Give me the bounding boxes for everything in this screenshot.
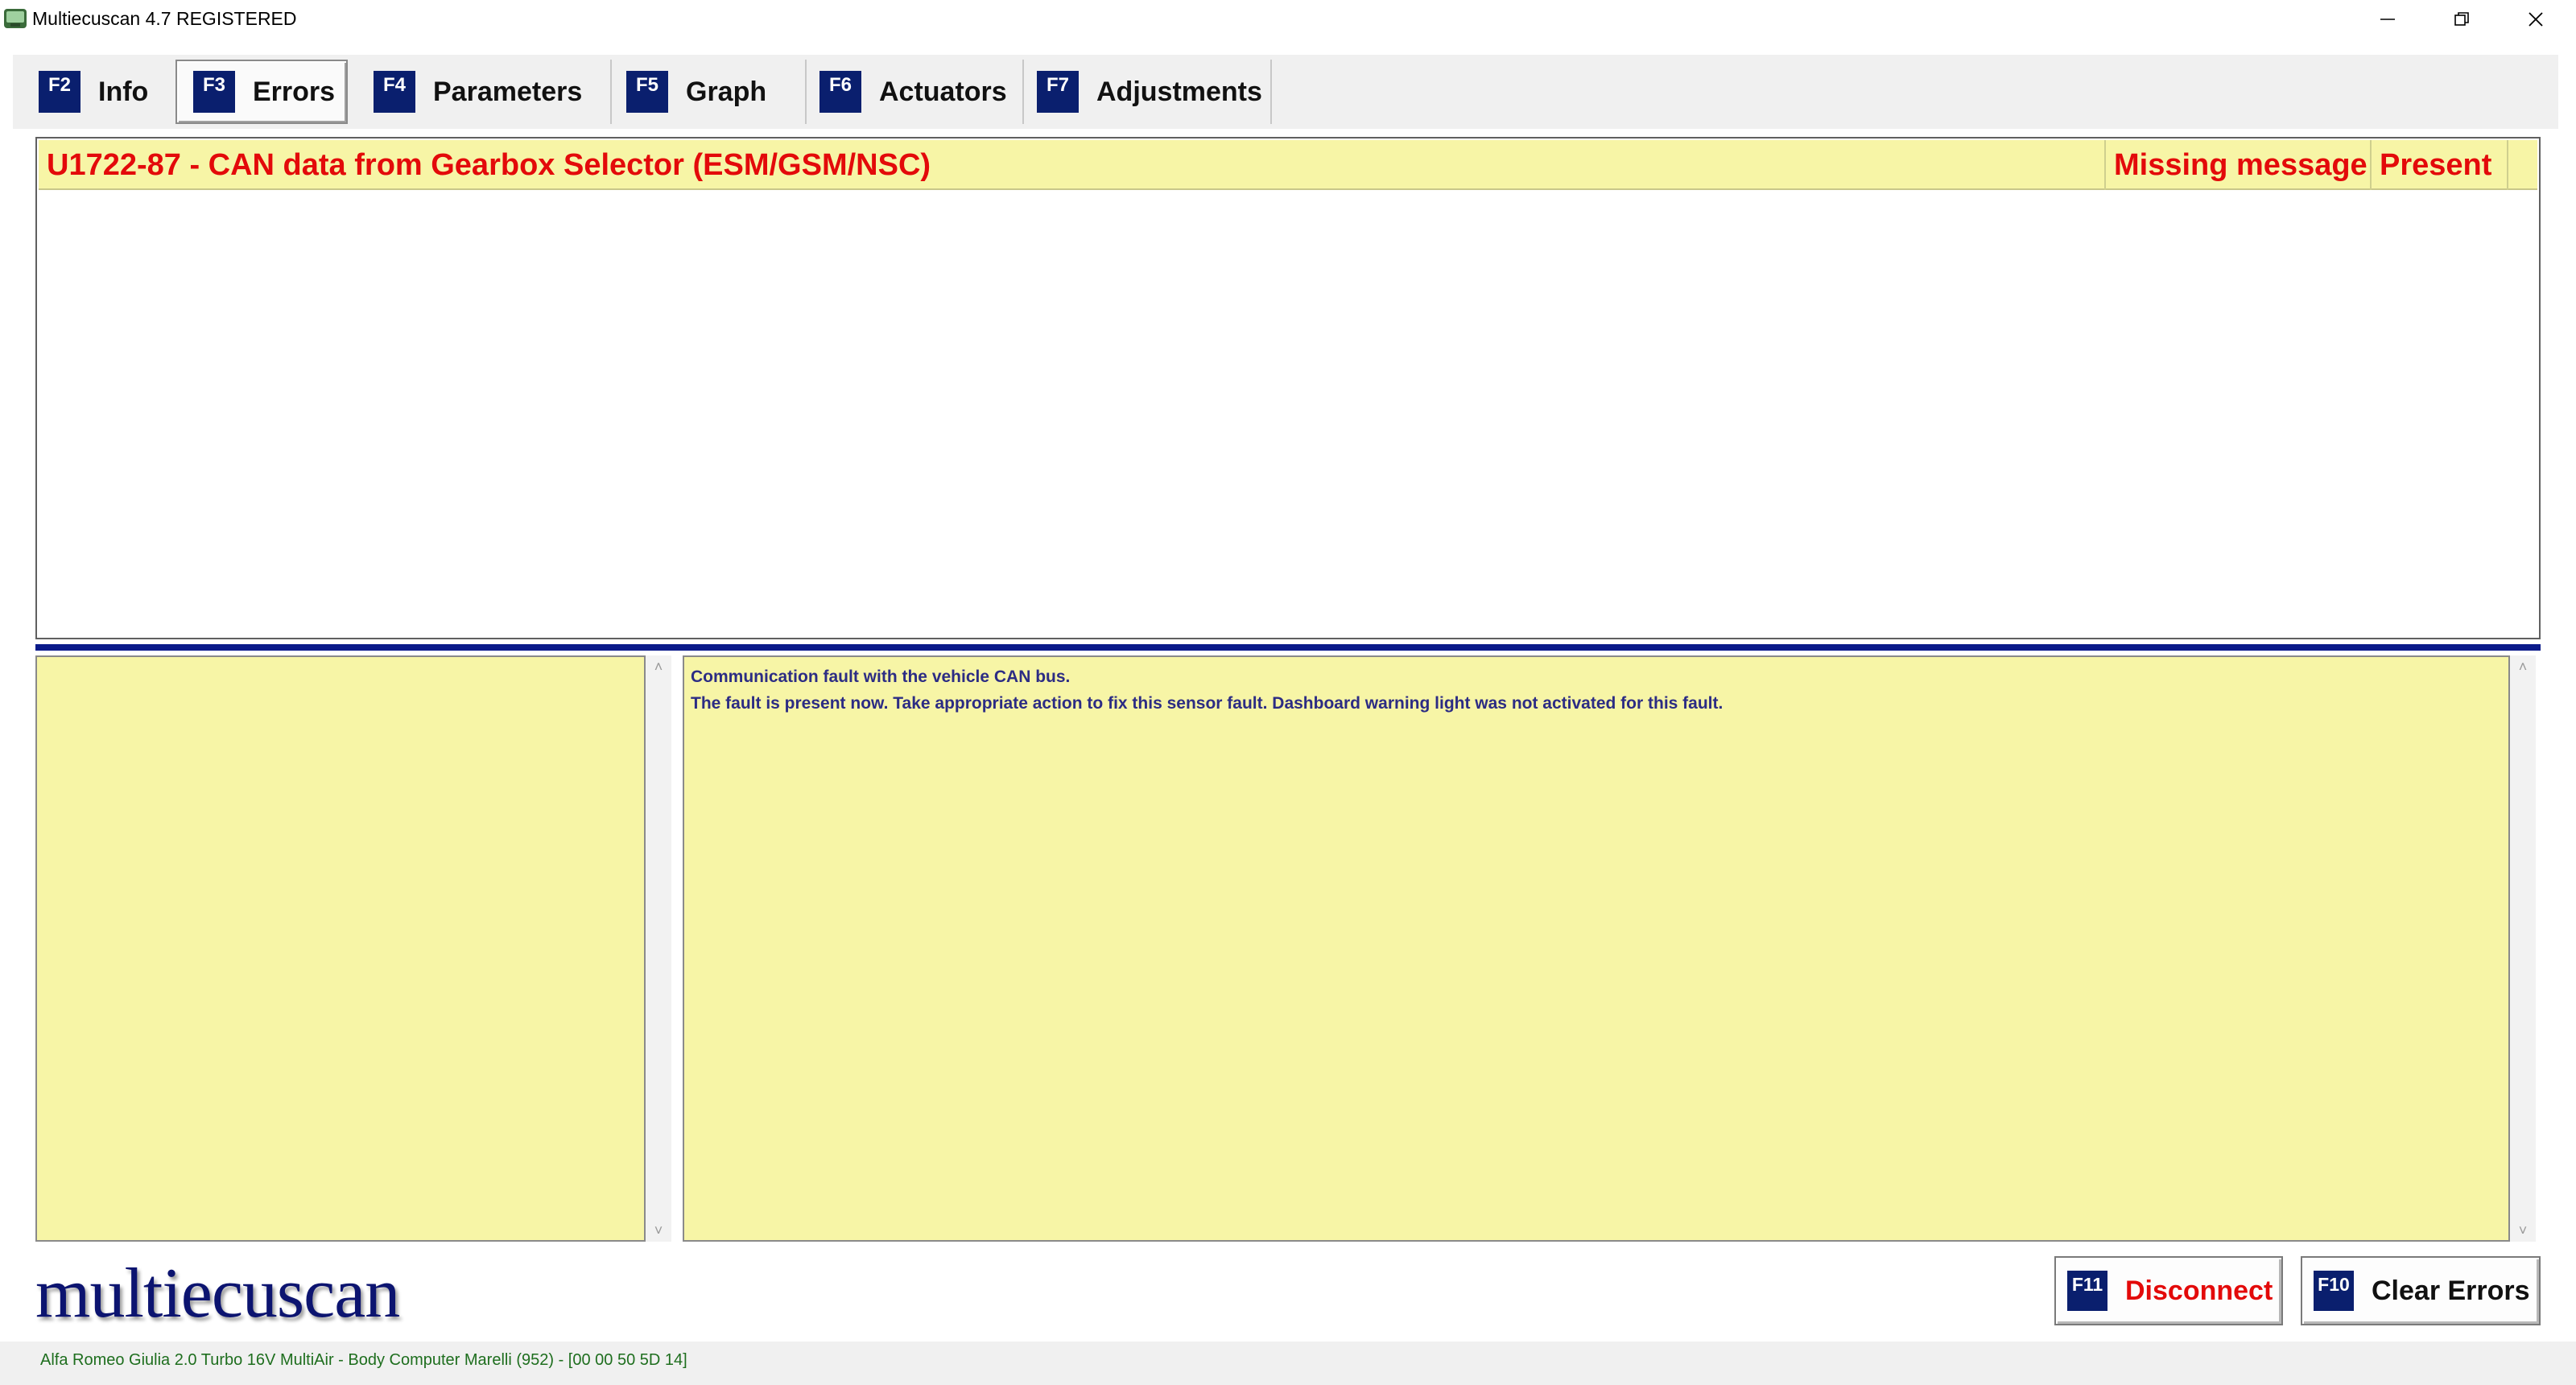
tab-actuators[interactable]: F6 Actuators <box>807 60 1024 124</box>
f10-key-badge: F10 <box>2314 1271 2354 1311</box>
tab-bar: F2 Info F3 Errors F4 Parameters F5 Graph… <box>13 55 2558 129</box>
panel-divider[interactable] <box>35 644 2541 651</box>
error-code-description: U1722-87 - CAN data from Gearbox Selecto… <box>47 147 931 182</box>
tab-errors[interactable]: F3 Errors <box>175 60 348 124</box>
f3-key-badge: F3 <box>193 71 235 113</box>
error-list: U1722-87 - CAN data from Gearbox Selecto… <box>35 137 2541 639</box>
status-bar: Alfa Romeo Giulia 2.0 Turbo 16V MultiAir… <box>0 1342 2576 1385</box>
f5-key-badge: F5 <box>626 71 668 113</box>
multiecuscan-app-icon <box>4 9 27 28</box>
window-title: Multiecuscan 4.7 REGISTERED <box>32 8 297 29</box>
scroll-down-icon[interactable]: ˅ <box>646 1219 671 1242</box>
f4-key-badge: F4 <box>374 71 415 113</box>
restore-icon <box>2454 12 2469 26</box>
error-extra-cell <box>2507 140 2537 190</box>
tab-info-label: Info <box>98 76 149 107</box>
multiecuscan-logo: multiecuscan <box>35 1255 400 1333</box>
tab-adjustments[interactable]: F7 Adjustments <box>1024 60 1272 124</box>
disconnect-label: Disconnect <box>2125 1275 2273 1306</box>
tab-actuators-label: Actuators <box>879 76 1007 107</box>
scroll-down-icon[interactable]: ˅ <box>2510 1219 2536 1242</box>
tab-parameters[interactable]: F4 Parameters <box>357 60 612 124</box>
restore-button[interactable] <box>2425 0 2499 39</box>
tab-info[interactable]: F2 Info <box>26 60 180 124</box>
tab-graph[interactable]: F5 Graph <box>612 60 807 124</box>
tab-adjustments-label: Adjustments <box>1096 76 1262 107</box>
error-description-pane[interactable]: Communication fault with the vehicle CAN… <box>683 655 2510 1242</box>
error-type: Missing message <box>2104 140 2370 190</box>
minimize-button[interactable] <box>2351 0 2425 39</box>
description-scrollbar[interactable]: ˄ ˅ <box>2510 655 2536 1242</box>
clear-errors-label: Clear Errors <box>2372 1275 2530 1306</box>
close-icon <box>2529 12 2543 27</box>
freeze-frame-pane[interactable] <box>35 655 646 1242</box>
minimize-icon <box>2380 19 2395 20</box>
description-line-1: Communication fault with the vehicle CAN… <box>691 668 1071 686</box>
disconnect-button[interactable]: F11 Disconnect <box>2054 1256 2283 1325</box>
error-status: Present <box>2370 140 2507 190</box>
left-pane-scrollbar[interactable]: ˄ ˅ <box>646 655 671 1242</box>
tab-graph-label: Graph <box>686 76 767 107</box>
vehicle-ecu-info: Alfa Romeo Giulia 2.0 Turbo 16V MultiAir… <box>40 1351 687 1369</box>
scroll-up-icon[interactable]: ˄ <box>646 655 671 678</box>
clear-errors-button[interactable]: F10 Clear Errors <box>2301 1256 2541 1325</box>
description-line-2: The fault is present now. Take appropria… <box>691 694 1724 713</box>
close-button[interactable] <box>2499 0 2573 39</box>
error-row[interactable]: U1722-87 - CAN data from Gearbox Selecto… <box>39 140 2537 190</box>
f2-key-badge: F2 <box>39 71 80 113</box>
tab-errors-label: Errors <box>253 76 336 107</box>
scroll-up-icon[interactable]: ˄ <box>2510 655 2536 678</box>
f11-key-badge: F11 <box>2067 1271 2107 1311</box>
f6-key-badge: F6 <box>819 71 861 113</box>
title-bar: Multiecuscan 4.7 REGISTERED <box>0 0 2576 39</box>
f7-key-badge: F7 <box>1037 71 1079 113</box>
tab-parameters-label: Parameters <box>433 76 583 107</box>
